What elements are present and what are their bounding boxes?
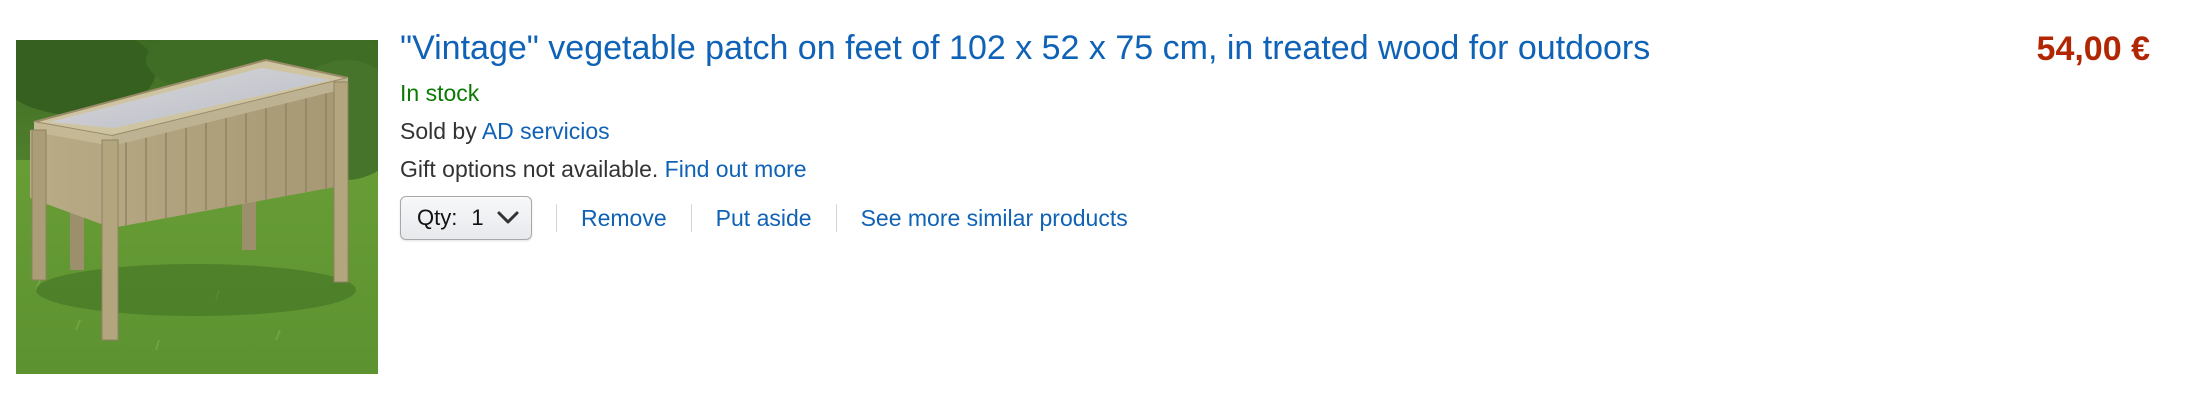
- separator: [556, 204, 557, 232]
- remove-link[interactable]: Remove: [581, 205, 667, 232]
- quantity-dropdown[interactable]: Qty: 1: [400, 196, 532, 240]
- item-details: "Vintage" vegetable patch on feet of 102…: [400, 22, 1946, 240]
- gift-options-line: Gift options not available. Find out mor…: [400, 150, 1946, 188]
- qty-value: 1: [471, 205, 484, 230]
- item-actions: Qty: 1 Remove Put aside See more similar…: [400, 196, 1946, 240]
- product-image[interactable]: [16, 40, 378, 374]
- put-aside-link[interactable]: Put aside: [716, 205, 812, 232]
- sold-by-label: Sold by: [400, 118, 477, 144]
- gift-options-text: Gift options not available.: [400, 156, 659, 182]
- sold-by-line: Sold by AD servicios: [400, 112, 1946, 150]
- qty-label: Qty:: [417, 205, 458, 230]
- cart-item: "Vintage" vegetable patch on feet of 102…: [0, 0, 2186, 412]
- separator: [690, 204, 692, 232]
- find-out-more-link[interactable]: Find out more: [665, 156, 807, 182]
- chevron-down-icon: [497, 211, 519, 224]
- see-similar-products-link[interactable]: See more similar products: [861, 205, 1128, 232]
- product-title-link[interactable]: "Vintage" vegetable patch on feet of 102…: [400, 22, 1946, 74]
- separator: [835, 204, 837, 232]
- stock-status: In stock: [400, 80, 480, 106]
- seller-link[interactable]: AD servicios: [482, 118, 610, 144]
- item-price: 54,00 €: [2036, 30, 2150, 68]
